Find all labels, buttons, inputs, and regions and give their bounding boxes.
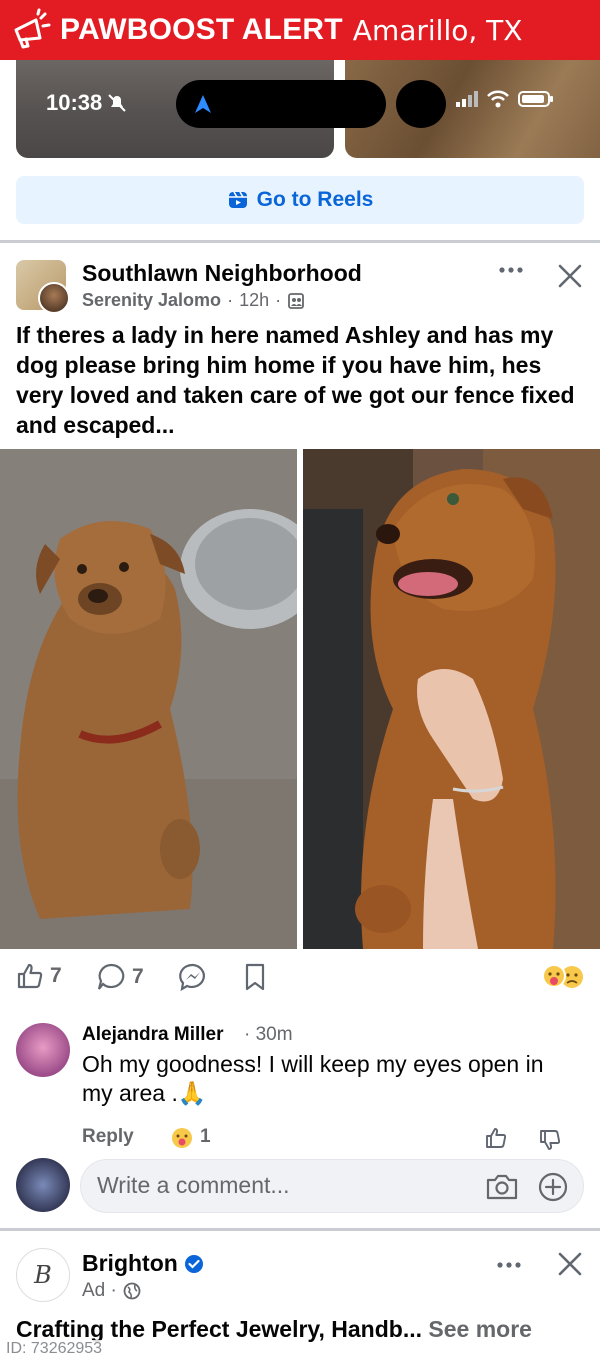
- post-actions: 7 7: [0, 960, 600, 996]
- reaction-summary[interactable]: [540, 962, 586, 990]
- ad-more-options-button[interactable]: [496, 1256, 522, 1274]
- add-icon[interactable]: [537, 1171, 569, 1203]
- verified-badge-icon: [184, 1254, 203, 1273]
- globe-icon: [123, 1282, 141, 1300]
- dog-sitting-illustration: [0, 449, 297, 949]
- alert-id-label: ID: 73262953: [4, 1340, 105, 1358]
- ad-label: Ad ·: [82, 1280, 117, 1301]
- meta-separator: ·: [275, 290, 282, 310]
- close-icon[interactable]: [556, 262, 584, 290]
- ad-close-icon[interactable]: [556, 1250, 584, 1278]
- comment-dislike-icon[interactable]: [538, 1128, 562, 1152]
- status-indicators: [456, 90, 554, 108]
- battery-icon: [518, 91, 553, 107]
- stories-strip: 10:38: [0, 50, 600, 172]
- author-avatar[interactable]: [38, 282, 70, 314]
- location-arrow-icon: [195, 95, 211, 113]
- feed-divider: [0, 1228, 600, 1231]
- comment-actions: Reply 1: [82, 1126, 582, 1154]
- ad-body: Crafting the Perfect Jewelry, Handb...: [16, 1316, 423, 1342]
- meta-separator: ·: [227, 290, 234, 310]
- pawboost-alert-banner: PAWBOOST ALERT Amarillo, TX: [0, 0, 600, 60]
- alert-brand: PAWBOOST ALERT: [60, 13, 343, 46]
- comment-reaction-count: 1: [200, 1126, 211, 1147]
- ad-meta: Ad ·: [82, 1280, 141, 1302]
- thumbs-up-icon: [17, 963, 43, 989]
- write-comment-input[interactable]: Write a comment...: [80, 1159, 584, 1213]
- feed-divider: [0, 240, 600, 243]
- post-photo-dog-sitting[interactable]: [0, 449, 297, 949]
- dog-with-hand-illustration: [303, 449, 600, 949]
- comment-count: 7: [132, 965, 144, 988]
- post-author[interactable]: Serenity Jalomo: [82, 290, 221, 311]
- post-photo-dog-with-hand[interactable]: [303, 449, 600, 949]
- post-body[interactable]: If theres a lady in here named Ashley an…: [16, 320, 584, 440]
- messenger-icon: [179, 963, 205, 992]
- group-name[interactable]: Southlawn Neighborhood: [82, 260, 362, 287]
- group-privacy-icon: [288, 292, 305, 309]
- like-count: 7: [50, 964, 62, 987]
- ad-advertiser-name[interactable]: Brighton: [82, 1250, 178, 1277]
- reels-icon: [228, 191, 247, 208]
- more-options-button[interactable]: [496, 260, 526, 284]
- messenger-share-action[interactable]: [178, 962, 208, 992]
- comment-like-icon[interactable]: [484, 1126, 508, 1150]
- current-user-avatar[interactable]: [16, 1158, 70, 1212]
- kiss-emoji-icon: [172, 1128, 192, 1148]
- comment-bubble-icon: [97, 963, 125, 990]
- like-action[interactable]: 7: [16, 962, 62, 990]
- camera-icon[interactable]: [485, 1172, 519, 1202]
- bookmark-icon: [245, 963, 265, 991]
- comment-time: · 30m: [244, 1024, 293, 1045]
- signal-icon: [456, 91, 478, 107]
- commenter-avatar[interactable]: [16, 1023, 70, 1077]
- commenter-name[interactable]: Alejandra Miller: [82, 1024, 224, 1046]
- ellipsis-icon: [497, 1262, 521, 1268]
- comment-action[interactable]: 7: [96, 962, 144, 992]
- bell-slash-icon: [108, 94, 126, 112]
- ad-advertiser[interactable]: Brighton: [82, 1250, 204, 1277]
- dynamic-island: [176, 80, 386, 128]
- post-meta: Serenity Jalomo · 12h ·: [82, 290, 305, 311]
- reaction-emojis-icon: [542, 964, 583, 988]
- camera-cutout: [396, 80, 446, 128]
- see-more-link[interactable]: See more: [428, 1316, 532, 1342]
- ellipsis-icon: [499, 267, 523, 273]
- wifi-icon: [487, 90, 509, 108]
- brighton-logo[interactable]: B: [16, 1248, 70, 1302]
- reels-label: Go to Reels: [256, 188, 374, 211]
- reply-button[interactable]: Reply: [82, 1126, 134, 1148]
- megaphone-icon: [14, 8, 51, 49]
- go-to-reels-button[interactable]: Go to Reels: [16, 176, 584, 224]
- ad-text[interactable]: Crafting the Perfect Jewelry, Handb... S…: [16, 1316, 596, 1343]
- post-time[interactable]: 12h: [239, 290, 269, 311]
- status-time: 10:38: [46, 90, 128, 116]
- comment-text: Oh my goodness! I will keep my eyes open…: [82, 1051, 544, 1106]
- comment-placeholder: Write a comment...: [97, 1172, 290, 1198]
- post-header: Southlawn Neighborhood Serenity Jalomo ·…: [0, 246, 600, 316]
- alert-city: Amarillo, TX: [352, 13, 523, 47]
- save-action[interactable]: [242, 962, 268, 992]
